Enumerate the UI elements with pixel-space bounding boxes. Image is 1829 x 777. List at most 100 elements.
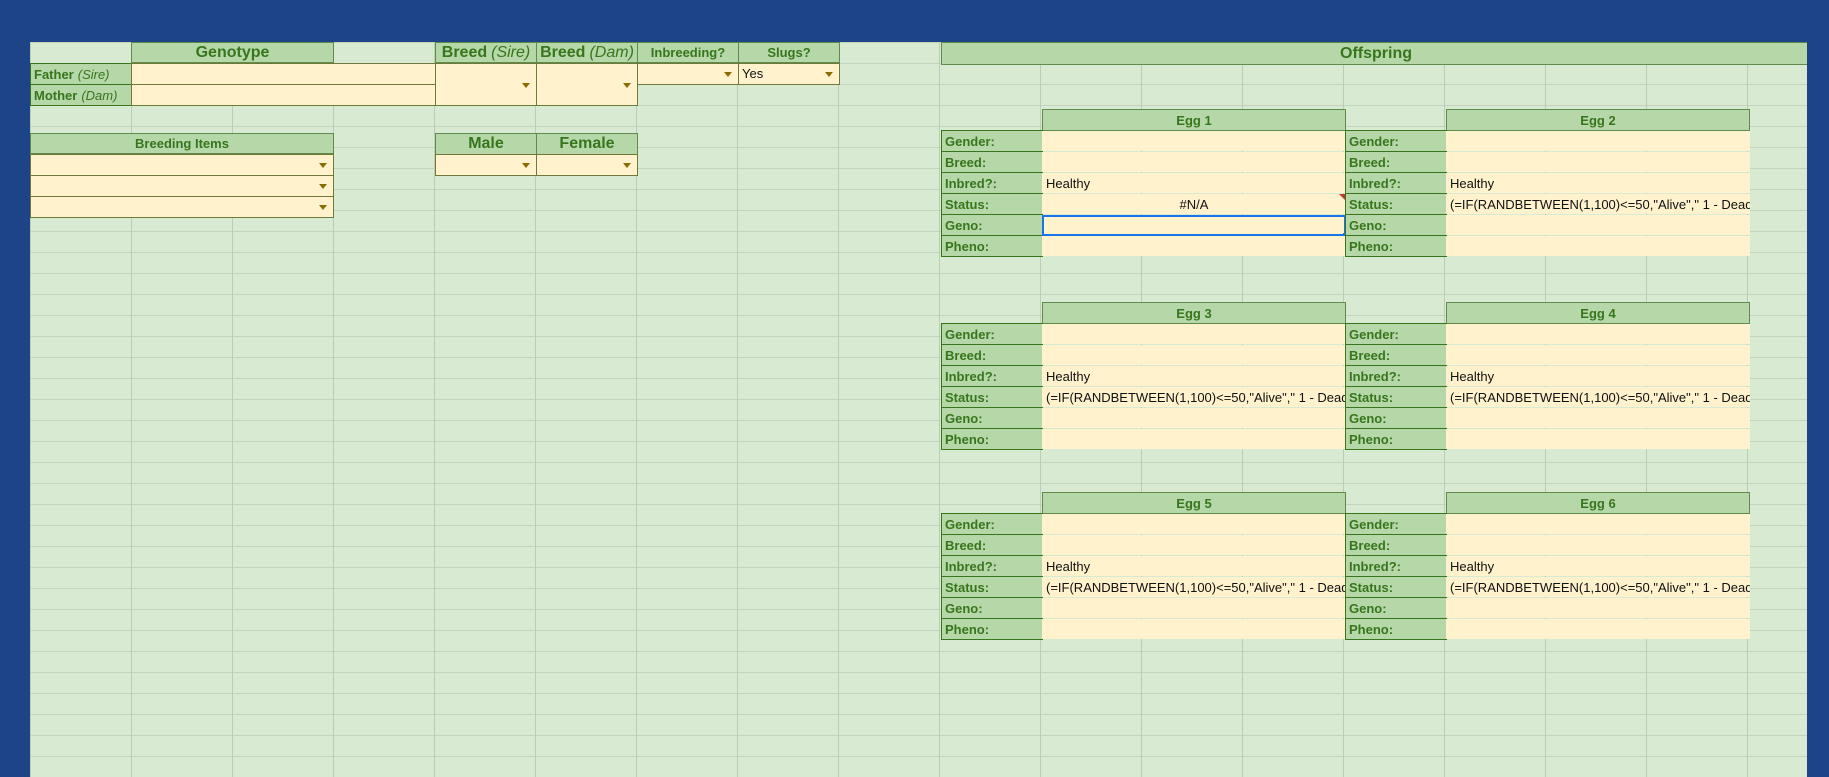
egg-5-geno-label-text: Geno:: [945, 600, 983, 616]
egg-3-status-value: (=IF(RANDBETWEEN(1,100)<=50,"Alive"," 1 …: [1046, 389, 1346, 405]
egg-6-inbred-label-text: Inbred?:: [1349, 558, 1401, 574]
dropdown-arrow-icon[interactable]: [623, 163, 631, 168]
egg-4-inbred-value: Healthy: [1450, 368, 1495, 384]
egg-3-breed-cell[interactable]: [1042, 345, 1346, 365]
egg-5-inbred-cell[interactable]: Healthy: [1042, 556, 1346, 576]
egg-6-gender-label: Gender:: [1345, 513, 1447, 535]
slugs-select[interactable]: Yes: [738, 63, 840, 85]
egg-3-inbred-value: Healthy: [1046, 368, 1091, 384]
egg-5-breed-label: Breed:: [941, 534, 1043, 556]
egg-1-pheno-cell[interactable]: [1042, 236, 1346, 256]
male-select[interactable]: [435, 154, 537, 176]
egg-6-geno-cell[interactable]: [1446, 598, 1750, 618]
dropdown-arrow-icon[interactable]: [825, 72, 833, 77]
egg-1-breed-label: Breed:: [941, 151, 1043, 173]
egg-5-breed-cell[interactable]: [1042, 535, 1346, 555]
female-header-text: Female: [559, 135, 615, 152]
egg-2-status-cell[interactable]: (=IF(RANDBETWEEN(1,100)<=50,"Alive"," 1 …: [1446, 194, 1750, 214]
egg-6-geno-label-text: Geno:: [1349, 600, 1387, 616]
egg-6-title: Egg 6: [1580, 495, 1616, 511]
egg-4-gender-cell[interactable]: [1446, 324, 1750, 344]
egg-1-breed-cell[interactable]: [1042, 152, 1346, 172]
inbreeding-select[interactable]: [637, 63, 739, 85]
egg-6-breed-label-text: Breed:: [1349, 537, 1391, 553]
dropdown-arrow-icon[interactable]: [319, 163, 327, 168]
dropdown-arrow-icon[interactable]: [319, 205, 327, 210]
dropdown-arrow-icon[interactable]: [623, 83, 631, 88]
egg-2-header: Egg 2: [1446, 109, 1750, 131]
dropdown-arrow-icon[interactable]: [319, 184, 327, 189]
egg-5-inbred-label-text: Inbred?:: [945, 558, 997, 574]
egg-6-gender-cell[interactable]: [1446, 514, 1750, 534]
egg-1-gender-cell[interactable]: [1042, 131, 1346, 151]
egg-3-gender-label-text: Gender:: [945, 326, 995, 342]
egg-1-geno-label-text: Geno:: [945, 217, 983, 233]
egg-5-inbred-value: Healthy: [1046, 558, 1091, 574]
egg-5-geno-cell[interactable]: [1042, 598, 1346, 618]
dropdown-arrow-icon[interactable]: [724, 72, 732, 77]
breeding-item-select-3[interactable]: [30, 196, 334, 218]
egg-5-gender-cell[interactable]: [1042, 514, 1346, 534]
egg-5-geno-label: Geno:: [941, 597, 1043, 619]
female-select[interactable]: [536, 154, 638, 176]
male-header: Male: [435, 133, 537, 155]
egg-4-title: Egg 4: [1580, 305, 1616, 321]
egg-3-inbred-cell[interactable]: Healthy: [1042, 366, 1346, 386]
egg-1-inbred-value: Healthy: [1046, 175, 1091, 191]
egg-1-status-cell[interactable]: #N/A: [1042, 194, 1346, 214]
mother-label-suffix: (Dam): [81, 87, 118, 103]
egg-2-title: Egg 2: [1580, 112, 1616, 128]
egg-3-status-cell[interactable]: (=IF(RANDBETWEEN(1,100)<=50,"Alive"," 1 …: [1042, 387, 1346, 407]
breed-dam-header-suffix: (Dam): [589, 43, 634, 61]
egg-4-status-cell[interactable]: (=IF(RANDBETWEEN(1,100)<=50,"Alive"," 1 …: [1446, 387, 1750, 407]
egg-1-inbred-cell[interactable]: Healthy: [1042, 173, 1346, 193]
dropdown-arrow-icon[interactable]: [522, 163, 530, 168]
egg-5-pheno-cell[interactable]: [1042, 619, 1346, 639]
offspring-header: Offspring: [941, 42, 1807, 65]
egg-6-inbred-cell[interactable]: Healthy: [1446, 556, 1750, 576]
egg-1-geno-cell[interactable]: [1042, 215, 1346, 236]
egg-4-breed-cell[interactable]: [1446, 345, 1750, 365]
egg-2-pheno-label: Pheno:: [1345, 235, 1447, 257]
spreadsheet-grid[interactable]: Genotype Breed (Sire) Breed (Dam) Inbreedi…: [30, 42, 1807, 777]
egg-4-gender-label: Gender:: [1345, 323, 1447, 345]
mother-genotype-field[interactable]: [131, 84, 436, 106]
egg-6-inbred-value: Healthy: [1450, 558, 1495, 574]
egg-2-geno-cell[interactable]: [1446, 215, 1750, 235]
egg-3-breed-label: Breed:: [941, 344, 1043, 366]
egg-2-breed-cell[interactable]: [1446, 152, 1750, 172]
egg-4-pheno-cell[interactable]: [1446, 429, 1750, 449]
breed-dam-select[interactable]: [536, 63, 638, 106]
breeding-item-select-2[interactable]: [30, 175, 334, 197]
father-genotype-field[interactable]: [131, 63, 436, 85]
egg-2-status-label: Status:: [1345, 193, 1447, 215]
breeding-item-select-1[interactable]: [30, 154, 334, 176]
egg-4-inbred-cell[interactable]: Healthy: [1446, 366, 1750, 386]
egg-2-breed-label-text: Breed:: [1349, 154, 1391, 170]
egg-5-inbred-label: Inbred?:: [941, 555, 1043, 577]
egg-1-header: Egg 1: [1042, 109, 1346, 131]
egg-4-pheno-label-text: Pheno:: [1349, 431, 1394, 447]
egg-6-breed-label: Breed:: [1345, 534, 1447, 556]
egg-6-status-cell[interactable]: (=IF(RANDBETWEEN(1,100)<=50,"Alive"," 1 …: [1446, 577, 1750, 597]
egg-3-breed-label-text: Breed:: [945, 347, 987, 363]
breeding-items-header-text: Breeding Items: [135, 136, 229, 151]
egg-3-status-label-text: Status:: [945, 389, 990, 405]
egg-4-inbred-label-text: Inbred?:: [1349, 368, 1401, 384]
egg-2-inbred-cell[interactable]: Healthy: [1446, 173, 1750, 193]
egg-6-pheno-cell[interactable]: [1446, 619, 1750, 639]
egg-3-geno-cell[interactable]: [1042, 408, 1346, 428]
egg-3-pheno-cell[interactable]: [1042, 429, 1346, 449]
breed-sire-select[interactable]: [435, 63, 537, 106]
egg-2-pheno-cell[interactable]: [1446, 236, 1750, 256]
egg-6-breed-cell[interactable]: [1446, 535, 1750, 555]
egg-4-breed-label-text: Breed:: [1349, 347, 1391, 363]
egg-3-gender-cell[interactable]: [1042, 324, 1346, 344]
egg-5-status-cell[interactable]: (=IF(RANDBETWEEN(1,100)<=50,"Alive"," 1 …: [1042, 577, 1346, 597]
inbreeding-header: Inbreeding?: [637, 42, 739, 63]
egg-2-gender-cell[interactable]: [1446, 131, 1750, 151]
egg-4-geno-cell[interactable]: [1446, 408, 1750, 428]
egg-2-status-label-text: Status:: [1349, 196, 1394, 212]
father-label-suffix: (Sire): [77, 66, 110, 82]
dropdown-arrow-icon[interactable]: [522, 83, 530, 88]
